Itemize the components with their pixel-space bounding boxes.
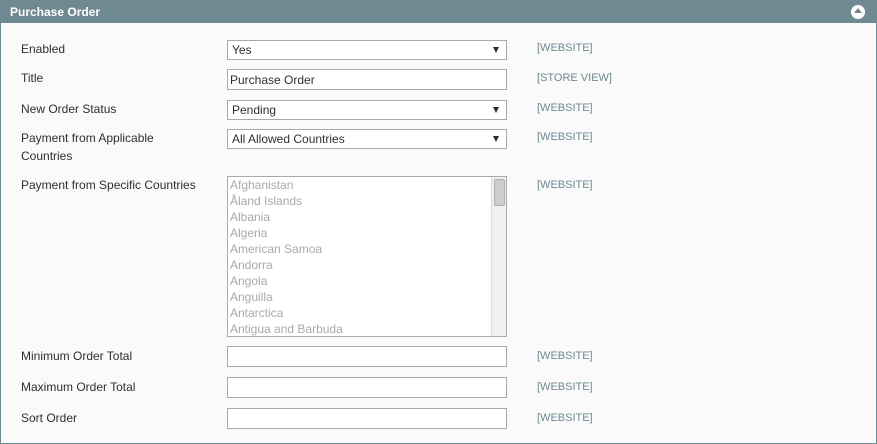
applicable-countries-label-line2: Countries [21,149,73,163]
list-item[interactable]: American Samoa [230,242,322,256]
enabled-scope: [WEBSITE] [537,42,593,54]
applicable-countries-label-line1: Payment from Applicable [21,131,154,145]
dropdown-arrow-icon [493,136,499,142]
panel-header[interactable]: Purchase Order [1,1,876,23]
panel-title: Purchase Order [10,5,101,19]
new-order-status-scope: [WEBSITE] [537,102,593,114]
sort-order-scope: [WEBSITE] [537,412,593,424]
enabled-select[interactable]: Yes [227,40,507,60]
list-item[interactable]: Albania [230,210,270,224]
list-item[interactable]: Åland Islands [230,194,302,208]
dropdown-arrow-icon [493,47,499,53]
specific-countries-label: Payment from Specific Countries [21,178,196,192]
list-item[interactable]: Algeria [230,226,267,240]
title-scope: [STORE VIEW] [537,72,612,84]
list-item[interactable]: Antigua and Barbuda [230,322,343,336]
list-item[interactable]: Angola [230,274,267,288]
listbox-scrollbar[interactable] [491,177,506,336]
enabled-select-value: Yes [232,43,252,57]
sort-order-input[interactable] [227,408,507,429]
dropdown-arrow-icon [493,107,499,113]
title-input[interactable]: Purchase Order [227,69,507,90]
title-label: Title [21,71,44,85]
sort-order-label: Sort Order [21,411,78,425]
scrollbar-thumb[interactable] [494,179,505,206]
min-order-total-input[interactable] [227,346,507,367]
new-order-status-select[interactable]: Pending [227,100,507,120]
enabled-label: Enabled [21,42,66,56]
applicable-countries-scope: [WEBSITE] [537,131,593,143]
list-item[interactable]: Antarctica [230,306,283,320]
applicable-countries-value: All Allowed Countries [232,132,345,146]
title-input-value: Purchase Order [230,73,315,87]
new-order-status-value: Pending [232,103,277,117]
max-order-total-label: Maximum Order Total [21,380,136,394]
specific-countries-listbox[interactable]: Afghanistan Åland Islands Albania Algeri… [227,176,507,337]
specific-countries-scope: [WEBSITE] [537,179,593,191]
max-order-total-scope: [WEBSITE] [537,381,593,393]
min-order-total-scope: [WEBSITE] [537,350,593,362]
collapse-icon[interactable] [851,5,865,19]
list-item[interactable]: Afghanistan [230,178,293,192]
applicable-countries-select[interactable]: All Allowed Countries [227,129,507,149]
list-item[interactable]: Andorra [230,258,273,272]
list-item[interactable]: Anguilla [230,290,273,304]
purchase-order-panel: Purchase Order Enabled Yes [WEBSITE] Tit… [0,0,877,444]
max-order-total-input[interactable] [227,377,507,398]
min-order-total-label: Minimum Order Total [21,349,133,363]
new-order-status-label: New Order Status [21,102,117,116]
